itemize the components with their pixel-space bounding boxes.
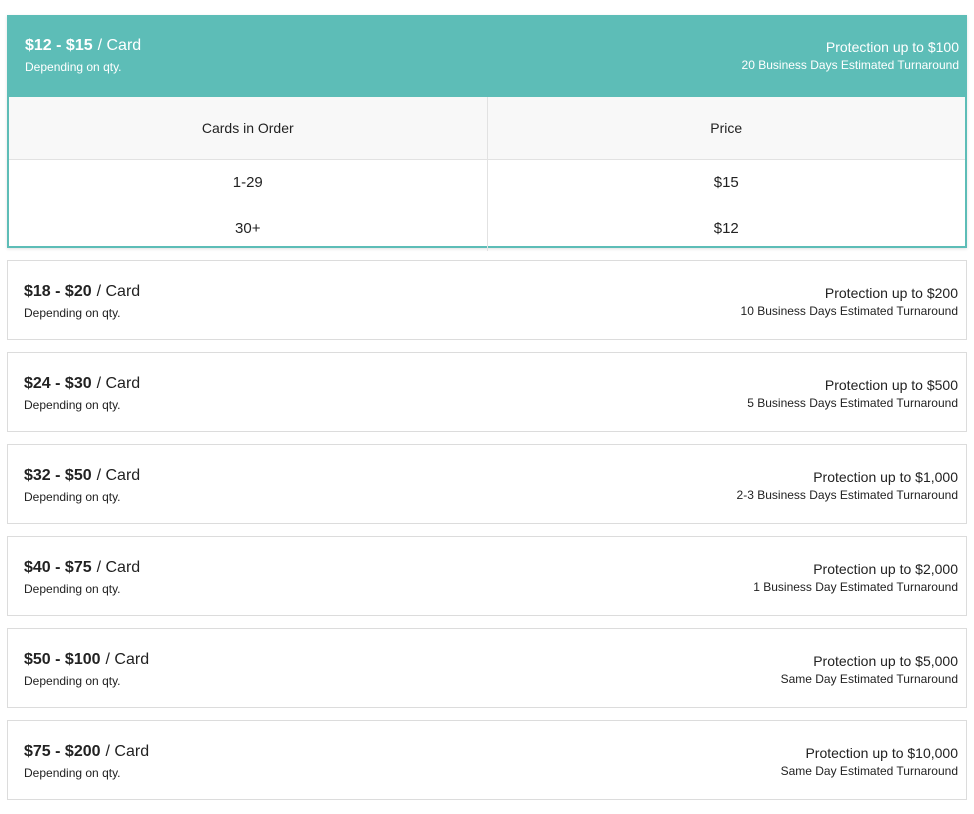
tier-qty-note: Depending on qty.: [24, 582, 121, 596]
pricing-tier-list: $12 - $15/ Card Depending on qty. Protec…: [0, 0, 974, 814]
table-header-row: Cards in Order Price: [9, 97, 965, 160]
tier-protection: Protection up to $100: [825, 39, 959, 55]
tier-qty-note: Depending on qty.: [24, 674, 121, 688]
tier-price: $75 - $200/ Card: [24, 743, 149, 761]
tier-price-unit: / Card: [96, 559, 141, 576]
tier-turnaround: 2-3 Business Days Estimated Turnaround: [736, 488, 958, 502]
tier-price: $40 - $75/ Card: [24, 559, 140, 577]
pricing-tier[interactable]: $50 - $100/ Card Depending on qty. Prote…: [7, 628, 967, 708]
tier-protection: Protection up to $10,000: [805, 745, 958, 761]
cell-cards-qty: 30+: [235, 219, 261, 237]
table-row: 30+ $12: [9, 205, 965, 251]
tier-price: $12 - $15/ Card: [25, 37, 141, 55]
pricing-tier-expanded[interactable]: $12 - $15/ Card Depending on qty. Protec…: [7, 15, 967, 251]
tier-turnaround: Same Day Estimated Turnaround: [780, 764, 958, 778]
tier-qty-note: Depending on qty.: [25, 60, 122, 74]
column-header-cards: Cards in Order: [9, 97, 487, 160]
tier-price-unit: / Card: [97, 37, 142, 54]
tier-price-range: $18 - $20: [24, 283, 92, 300]
tier-price-unit: / Card: [105, 743, 150, 760]
pricing-tier[interactable]: $40 - $75/ Card Depending on qty. Protec…: [7, 536, 967, 616]
column-header-price: Price: [486, 97, 965, 160]
pricing-tier[interactable]: $24 - $30/ Card Depending on qty. Protec…: [7, 352, 967, 432]
quantity-price-table: Cards in Order Price 1-29 $15 30+ $12: [9, 97, 965, 251]
tier-protection: Protection up to $5,000: [813, 653, 958, 669]
tier-qty-note: Depending on qty.: [24, 398, 121, 412]
tier-header[interactable]: $12 - $15/ Card Depending on qty. Protec…: [7, 15, 967, 97]
pricing-tier[interactable]: $32 - $50/ Card Depending on qty. Protec…: [7, 444, 967, 524]
tier-price-unit: / Card: [96, 375, 141, 392]
tier-turnaround: 20 Business Days Estimated Turnaround: [741, 58, 959, 72]
tier-price-unit: / Card: [105, 651, 150, 668]
tier-price: $32 - $50/ Card: [24, 467, 140, 485]
tier-price-range: $12 - $15: [25, 37, 93, 54]
tier-turnaround: 10 Business Days Estimated Turnaround: [740, 304, 958, 318]
tier-price-range: $75 - $200: [24, 743, 101, 760]
tier-qty-note: Depending on qty.: [24, 306, 121, 320]
tier-price-range: $40 - $75: [24, 559, 92, 576]
tier-price: $50 - $100/ Card: [24, 651, 149, 669]
table-row: 1-29 $15: [9, 159, 965, 205]
tier-protection: Protection up to $500: [824, 377, 958, 393]
pricing-tier[interactable]: $18 - $20/ Card Depending on qty. Protec…: [7, 260, 967, 340]
tier-protection: Protection up to $2,000: [813, 561, 958, 577]
tier-qty-note: Depending on qty.: [24, 766, 121, 780]
cell-cards-qty: 1-29: [232, 173, 263, 191]
tier-price: $18 - $20/ Card: [24, 283, 140, 301]
tier-price-range: $32 - $50: [24, 467, 92, 484]
tier-protection: Protection up to $1,000: [813, 469, 958, 485]
tier-turnaround: 5 Business Days Estimated Turnaround: [747, 396, 958, 410]
tier-price-unit: / Card: [96, 283, 141, 300]
cell-price: $15: [486, 159, 965, 205]
tier-turnaround: Same Day Estimated Turnaround: [780, 672, 958, 686]
tier-protection: Protection up to $200: [824, 285, 958, 301]
tier-price-unit: / Card: [96, 467, 141, 484]
tier-qty-note: Depending on qty.: [24, 490, 121, 504]
tier-price: $24 - $30/ Card: [24, 375, 140, 393]
tier-turnaround: 1 Business Day Estimated Turnaround: [753, 580, 958, 594]
tier-price-range: $24 - $30: [24, 375, 92, 392]
cell-price: $12: [486, 205, 965, 251]
tier-price-range: $50 - $100: [24, 651, 101, 668]
pricing-tier[interactable]: $75 - $200/ Card Depending on qty. Prote…: [7, 720, 967, 800]
